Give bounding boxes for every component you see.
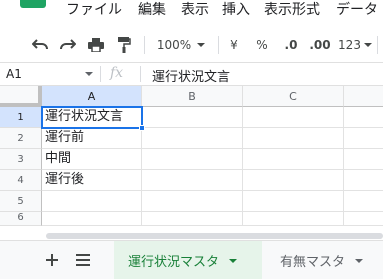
sheet-tab-active[interactable]: 運行状況マスタ bbox=[114, 241, 262, 279]
cell-b2[interactable] bbox=[142, 128, 243, 149]
toolbar-separator bbox=[218, 36, 219, 54]
row-header-5[interactable]: 5 bbox=[0, 191, 42, 212]
sheet-tab-label: 運行状況マスタ bbox=[128, 255, 220, 270]
chevron-down-icon[interactable] bbox=[355, 258, 364, 263]
column-header-b[interactable]: B bbox=[142, 86, 243, 107]
chevron-down-icon bbox=[363, 43, 372, 47]
cell-c3[interactable] bbox=[243, 149, 344, 170]
menu-view[interactable]: 表示 bbox=[181, 1, 209, 19]
menu-data[interactable]: データ bbox=[336, 1, 378, 19]
cell-b6[interactable] bbox=[142, 212, 243, 226]
column-header-a[interactable]: A bbox=[42, 86, 142, 107]
cell-c5[interactable] bbox=[243, 191, 344, 212]
currency-format-button[interactable]: ¥ bbox=[226, 34, 242, 56]
increase-decimal-button[interactable]: .00 bbox=[308, 34, 332, 56]
percent-label: % bbox=[256, 38, 268, 52]
percent-format-button[interactable]: % bbox=[253, 34, 271, 56]
formula-input[interactable]: 運行状況文言 bbox=[152, 66, 230, 85]
row-header-1[interactable]: 1 bbox=[0, 107, 42, 128]
chevron-down-icon[interactable] bbox=[229, 258, 238, 263]
cell-b3[interactable] bbox=[142, 149, 243, 170]
cell-a3[interactable]: 中間 bbox=[42, 149, 142, 170]
sheet-tab-bar: 運行状況マスタ 有無マスタ bbox=[0, 240, 383, 279]
cell-c1[interactable] bbox=[243, 107, 344, 128]
cell-a2[interactable]: 運行前 bbox=[42, 128, 142, 149]
name-box-value: A1 bbox=[6, 67, 22, 81]
cell-b4[interactable] bbox=[142, 170, 243, 191]
select-all-corner[interactable] bbox=[0, 86, 42, 107]
row-header-3[interactable]: 3 bbox=[0, 149, 42, 170]
print-icon[interactable] bbox=[86, 34, 106, 56]
paint-format-icon[interactable] bbox=[114, 34, 134, 56]
fx-icon: fx bbox=[110, 65, 124, 81]
cell-d4[interactable] bbox=[344, 170, 383, 191]
cell-d3[interactable] bbox=[344, 149, 383, 170]
cell-d2[interactable] bbox=[344, 128, 383, 149]
cell-a6[interactable] bbox=[42, 212, 142, 226]
chevron-down-icon bbox=[85, 72, 93, 76]
toolbar-separator bbox=[377, 36, 378, 54]
menu-file[interactable]: ファイル bbox=[66, 1, 122, 19]
cell-a5[interactable] bbox=[42, 191, 142, 212]
menu-bar: ファイル 編集 表示 挿入 表示形式 データ bbox=[0, 0, 383, 22]
add-sheet-icon[interactable] bbox=[44, 252, 60, 268]
toolbar: 100% ¥ % .0 .00 123 bbox=[0, 27, 383, 63]
fill-handle[interactable] bbox=[139, 125, 145, 131]
number-format-select[interactable]: 123 bbox=[337, 34, 373, 56]
cell-b1[interactable] bbox=[142, 107, 243, 128]
cell-a4[interactable]: 運行後 bbox=[42, 170, 142, 191]
formula-bar: A1 fx 運行状況文言 bbox=[0, 63, 383, 86]
row-header-6[interactable]: 6 bbox=[0, 212, 42, 226]
menu-edit[interactable]: 編集 bbox=[138, 1, 166, 19]
cell-a1[interactable]: 運行状況文言 bbox=[42, 107, 142, 128]
sheet-tab[interactable]: 有無マスタ bbox=[270, 241, 383, 279]
row-header-2[interactable]: 2 bbox=[0, 128, 42, 149]
cell-c4[interactable] bbox=[243, 170, 344, 191]
horizontal-scrollbar[interactable] bbox=[0, 226, 383, 240]
cell-d5[interactable] bbox=[344, 191, 383, 212]
decrease-decimal-button[interactable]: .0 bbox=[280, 34, 302, 56]
zoom-select[interactable]: 100% bbox=[152, 34, 210, 56]
scrollbar-thumb[interactable] bbox=[46, 233, 383, 239]
cell-d6[interactable] bbox=[344, 212, 383, 226]
formula-separator bbox=[100, 66, 101, 82]
spreadsheet-window: ファイル 編集 表示 挿入 表示形式 データ 100% ¥ % .0 .00 1… bbox=[0, 0, 383, 279]
sheets-logo-icon[interactable] bbox=[20, 0, 46, 8]
row-header-4[interactable]: 4 bbox=[0, 170, 42, 191]
number-format-label: 123 bbox=[338, 38, 361, 52]
toolbar-separator bbox=[144, 36, 145, 54]
cell-c2[interactable] bbox=[243, 128, 344, 149]
column-header-c[interactable]: C bbox=[243, 86, 344, 107]
currency-label: ¥ bbox=[230, 38, 238, 52]
column-header-d[interactable] bbox=[344, 86, 383, 107]
cell-c6[interactable] bbox=[243, 212, 344, 226]
decrease-decimal-label: .0 bbox=[284, 38, 298, 52]
increase-decimal-label: .00 bbox=[309, 38, 331, 52]
all-sheets-menu-icon[interactable] bbox=[75, 252, 91, 268]
menu-insert[interactable]: 挿入 bbox=[222, 1, 250, 19]
undo-icon[interactable] bbox=[30, 34, 50, 56]
cell-b5[interactable] bbox=[142, 191, 243, 212]
sheet-tab-label: 有無マスタ bbox=[280, 255, 346, 270]
cell-d1[interactable] bbox=[344, 107, 383, 128]
formula-separator bbox=[140, 66, 141, 82]
redo-icon[interactable] bbox=[58, 34, 78, 56]
zoom-value: 100% bbox=[156, 38, 192, 52]
chevron-down-icon bbox=[197, 43, 206, 47]
menu-format[interactable]: 表示形式 bbox=[264, 1, 320, 19]
name-box[interactable]: A1 bbox=[0, 63, 99, 85]
